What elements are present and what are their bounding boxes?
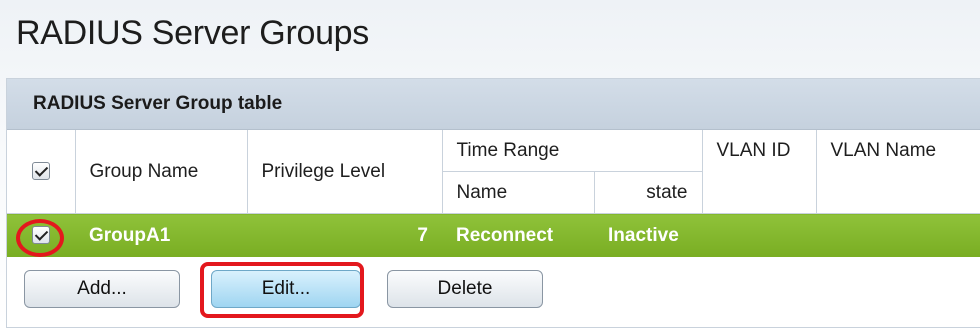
- cell-time-range-name: Reconnect: [442, 213, 594, 257]
- cell-time-range-state: Inactive: [594, 213, 702, 257]
- header-row: Group Name Privilege Level Time Range VL…: [7, 130, 980, 214]
- cell-privilege-level: 7: [247, 213, 442, 257]
- edit-highlight-box: [200, 262, 364, 318]
- header-time-range-name[interactable]: Name: [441, 171, 595, 214]
- header-vlan-name[interactable]: VLAN Name: [815, 130, 980, 214]
- cell-group-name: GroupA1: [75, 213, 247, 257]
- table-row[interactable]: GroupA1 7 Reconnect Inactive: [7, 213, 980, 257]
- select-all-checkbox[interactable]: [31, 162, 50, 181]
- header-vlan-id[interactable]: VLAN ID: [701, 130, 817, 214]
- button-bar: Add... Edit... Delete: [7, 259, 980, 325]
- add-button[interactable]: Add...: [24, 270, 180, 308]
- delete-button[interactable]: Delete: [387, 270, 543, 308]
- checkbox-highlight-ring: [16, 219, 64, 257]
- header-time-range-state[interactable]: state: [593, 171, 703, 214]
- header-group-name[interactable]: Group Name: [74, 130, 248, 214]
- cell-vlan-id: [702, 213, 816, 257]
- page-title: RADIUS Server Groups: [16, 14, 369, 52]
- cell-vlan-name: [816, 213, 980, 257]
- table-caption-bar: RADIUS Server Group table: [7, 79, 980, 130]
- select-all-cell: [7, 130, 76, 214]
- radius-group-table: Group Name Privilege Level Time Range VL…: [7, 130, 980, 257]
- table-caption: RADIUS Server Group table: [33, 93, 283, 114]
- header-time-range: Time Range: [441, 130, 703, 172]
- header-privilege-level[interactable]: Privilege Level: [246, 130, 443, 214]
